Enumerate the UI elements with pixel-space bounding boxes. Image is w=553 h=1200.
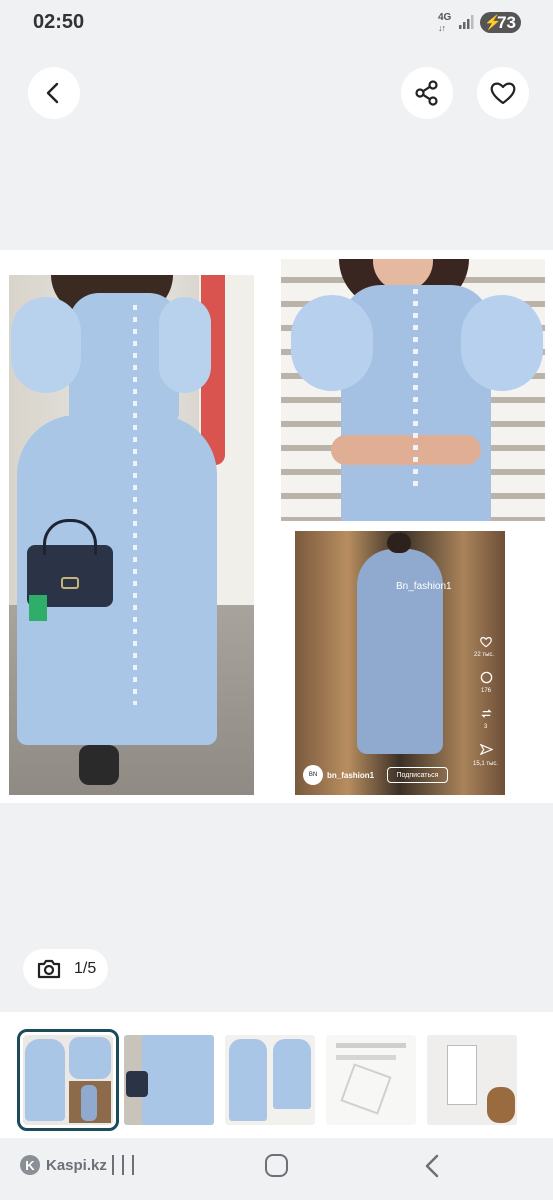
dress-full (357, 549, 443, 754)
data-arrows-icon: ↓↑ (438, 23, 446, 33)
account-avatar: BN (303, 765, 323, 785)
camera-icon (37, 959, 61, 979)
thumbnail-5[interactable] (427, 1035, 517, 1125)
system-back-button[interactable] (422, 1153, 442, 1179)
dress-sleeve-right (159, 297, 211, 393)
status-time: 02:50 (33, 11, 85, 33)
share-button[interactable] (401, 67, 453, 119)
thumbnail-3[interactable] (225, 1035, 315, 1125)
shares-count: 15,1 тыс. (473, 761, 499, 767)
thumbnail-2[interactable] (124, 1035, 214, 1125)
dress-buttons (133, 305, 137, 705)
subscribe-label: Подписаться (396, 771, 439, 779)
repost-icon (481, 709, 492, 718)
photo-left (9, 275, 254, 795)
back-button[interactable] (28, 67, 80, 119)
share-icon (415, 80, 438, 106)
photo-top-right (281, 259, 545, 521)
green-tag (29, 595, 47, 621)
dress-buttons (413, 289, 418, 489)
recents-button[interactable] (112, 1155, 134, 1175)
dress-sleeve-right (461, 295, 543, 391)
dress-sleeve-left (11, 297, 81, 393)
thumbnail-4[interactable] (326, 1035, 416, 1125)
watermark-text: Bn_fashion1 (396, 581, 452, 592)
like-icon (480, 637, 492, 648)
network-type: 4G (438, 12, 452, 23)
system-nav-bar: K Kaspi.kz (0, 1138, 553, 1200)
product-photo[interactable]: Bn_fashion1 22 тыс. 176 3 15,1 тыс. BN b… (0, 250, 553, 803)
photo-bottom-right: Bn_fashion1 22 тыс. 176 3 15,1 тыс. BN b… (295, 531, 505, 795)
signal-icon (459, 15, 474, 29)
thumbnail-strip (0, 1012, 553, 1138)
charging-icon: ⚡ (484, 14, 502, 30)
comment-icon (480, 671, 493, 684)
account-avatar-text: BN (308, 772, 318, 778)
battery-indicator: ⚡ 73 (480, 12, 521, 33)
brand-name: Kaspi.kz (46, 1156, 107, 1174)
send-icon (480, 743, 493, 756)
brand-logo-icon: K (20, 1155, 40, 1175)
photo-counter-text: 1/5 (74, 960, 97, 977)
brand: K Kaspi.kz (20, 1155, 107, 1175)
subscribe-button: Подписаться (387, 767, 448, 783)
hands (331, 435, 481, 465)
photo-counter: 1/5 (23, 949, 108, 989)
reposts-count: 3 (484, 724, 488, 730)
head (387, 533, 411, 553)
heart-icon (490, 82, 516, 105)
shoe (79, 745, 119, 785)
network-indicator: 4G ↓↑ (438, 12, 452, 34)
favorite-button[interactable] (477, 67, 529, 119)
home-button[interactable] (265, 1154, 288, 1177)
status-bar: 02:50 4G ↓↑ ⚡ 73 (0, 0, 553, 44)
likes-count: 22 тыс. (474, 652, 495, 658)
comments-count: 176 (481, 688, 492, 694)
top-bar (0, 44, 553, 144)
chevron-left-icon (46, 82, 59, 104)
account-name: bn_fashion1 (327, 771, 375, 780)
dress-sleeve-left (291, 295, 373, 391)
thumbnail-1[interactable] (17, 1029, 119, 1131)
